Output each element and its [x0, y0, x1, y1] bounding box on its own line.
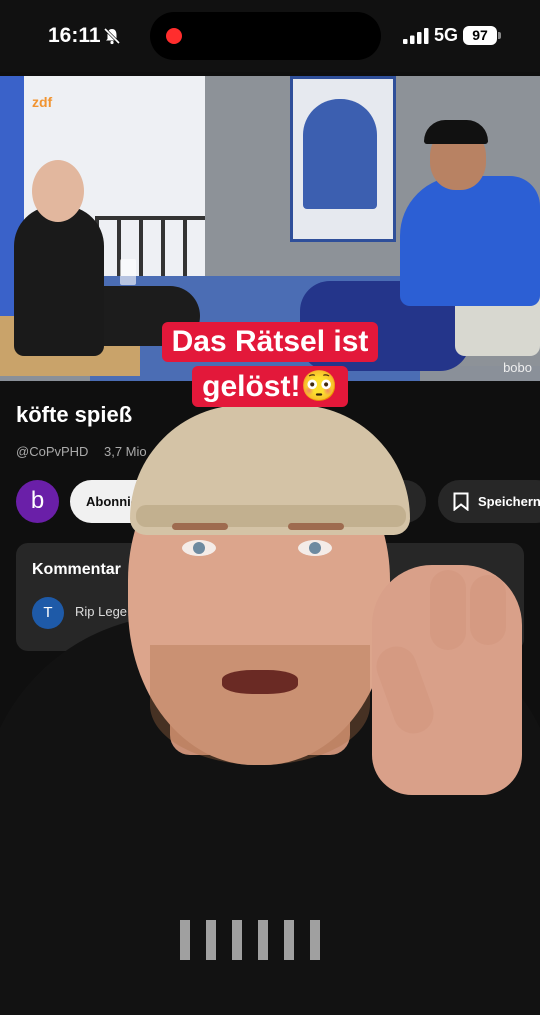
status-time: 16:11 — [48, 24, 101, 47]
woman-figure-head — [32, 160, 84, 222]
status-bar: 16:11 5G 97 — [0, 0, 540, 72]
caption-text-1: Das Rätsel ist — [161, 322, 379, 362]
channel-watermark: zdf — [32, 94, 53, 110]
left-eyebrow — [172, 523, 228, 530]
presenter-beard — [150, 645, 370, 765]
scene-tapestry — [290, 76, 396, 242]
caption-line-1: Das Rätsel ist — [0, 322, 540, 362]
right-eye — [298, 540, 332, 556]
battery-icon: 97 — [463, 26, 501, 45]
left-eye — [182, 540, 216, 556]
signal-bars-icon — [403, 28, 429, 44]
man-figure — [400, 176, 540, 306]
presenter-overlay — [0, 395, 540, 1015]
man-figure-cap — [424, 120, 488, 144]
presenter-finger — [470, 575, 506, 645]
glass-icon — [120, 259, 136, 285]
presenter-finger — [430, 570, 466, 650]
network-type: 5G — [434, 25, 459, 45]
bell-muted-icon — [103, 27, 121, 45]
dynamic-island — [150, 12, 381, 60]
presenter-mouth — [222, 670, 298, 694]
recording-indicator-icon — [166, 28, 182, 44]
caption-line-2: gelöst!😳 — [0, 366, 540, 407]
shirt-print — [180, 920, 330, 960]
right-eyebrow — [288, 523, 344, 530]
caption-text-2: gelöst!😳 — [192, 366, 348, 407]
